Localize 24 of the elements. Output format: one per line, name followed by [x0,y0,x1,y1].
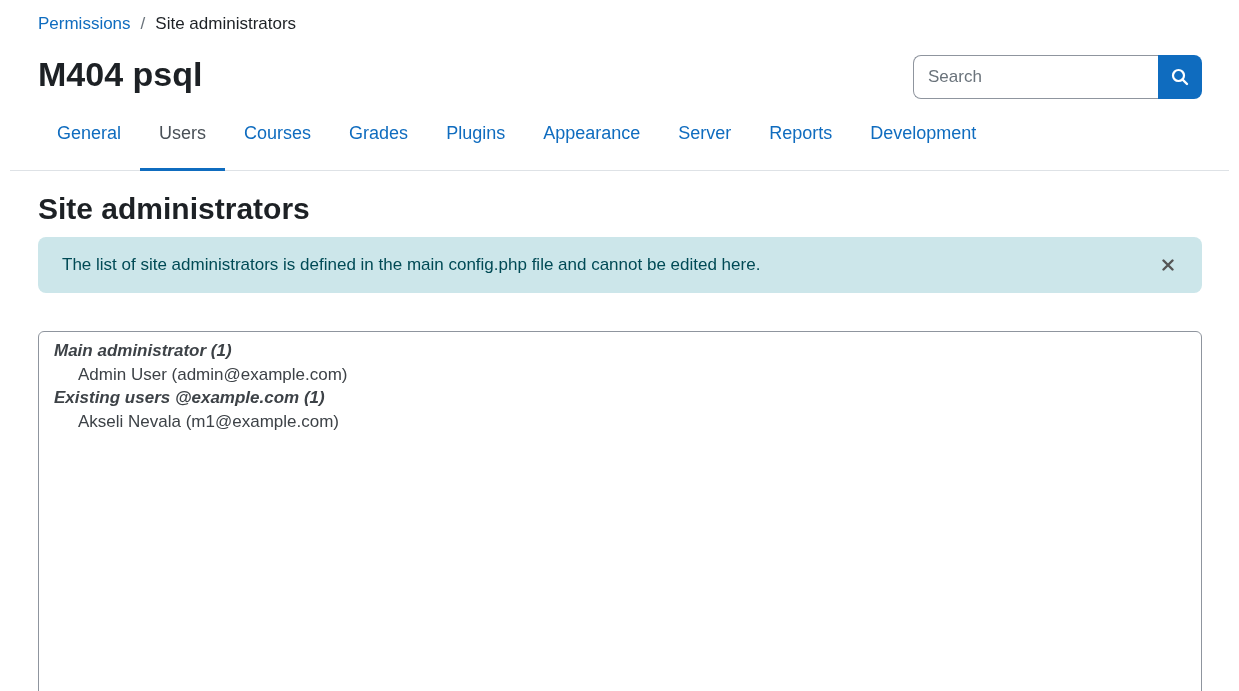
nav-tab[interactable]: Server [659,111,751,171]
breadcrumb-link[interactable]: Permissions [38,14,131,34]
section-heading: Site administrators [38,191,311,227]
nav-tab[interactable]: Users [140,111,226,171]
breadcrumb-current: Site administrators [155,14,297,34]
option-group-label: Existing users @example.com (1) [54,387,326,409]
search-button[interactable] [1158,55,1202,99]
option-group-label: Main administrator (1) [54,340,233,362]
nav-tab[interactable]: Plugins [427,111,525,171]
search-icon [1171,68,1189,86]
nav-tab[interactable]: Reports [750,111,852,171]
list-option[interactable]: Akseli Nevala (m1@example.com) [54,409,1186,433]
nav-tab[interactable]: Courses [225,111,331,171]
alert-message: The list of site administrators is defined in the main config.php file and cannot be edited here. [62,255,761,275]
close-icon [1162,259,1174,271]
page-title: M404 psql [38,54,203,95]
breadcrumb-separator: / [140,14,146,34]
nav-tab[interactable]: Appearance [524,111,660,171]
search-field[interactable]: Search [913,55,1158,99]
nav-tab[interactable]: Grades [330,111,428,171]
nav-tab[interactable]: Development [851,111,996,171]
list-option[interactable]: Admin User (admin@example.com) [54,362,1186,386]
nav-tab[interactable]: General [38,111,141,171]
administrators-listbox[interactable]: Main administrator (1) Admin User (admin@example.com) Existing users @example.com (1) Akseli Nevala (m1@example.com) [38,331,1202,691]
